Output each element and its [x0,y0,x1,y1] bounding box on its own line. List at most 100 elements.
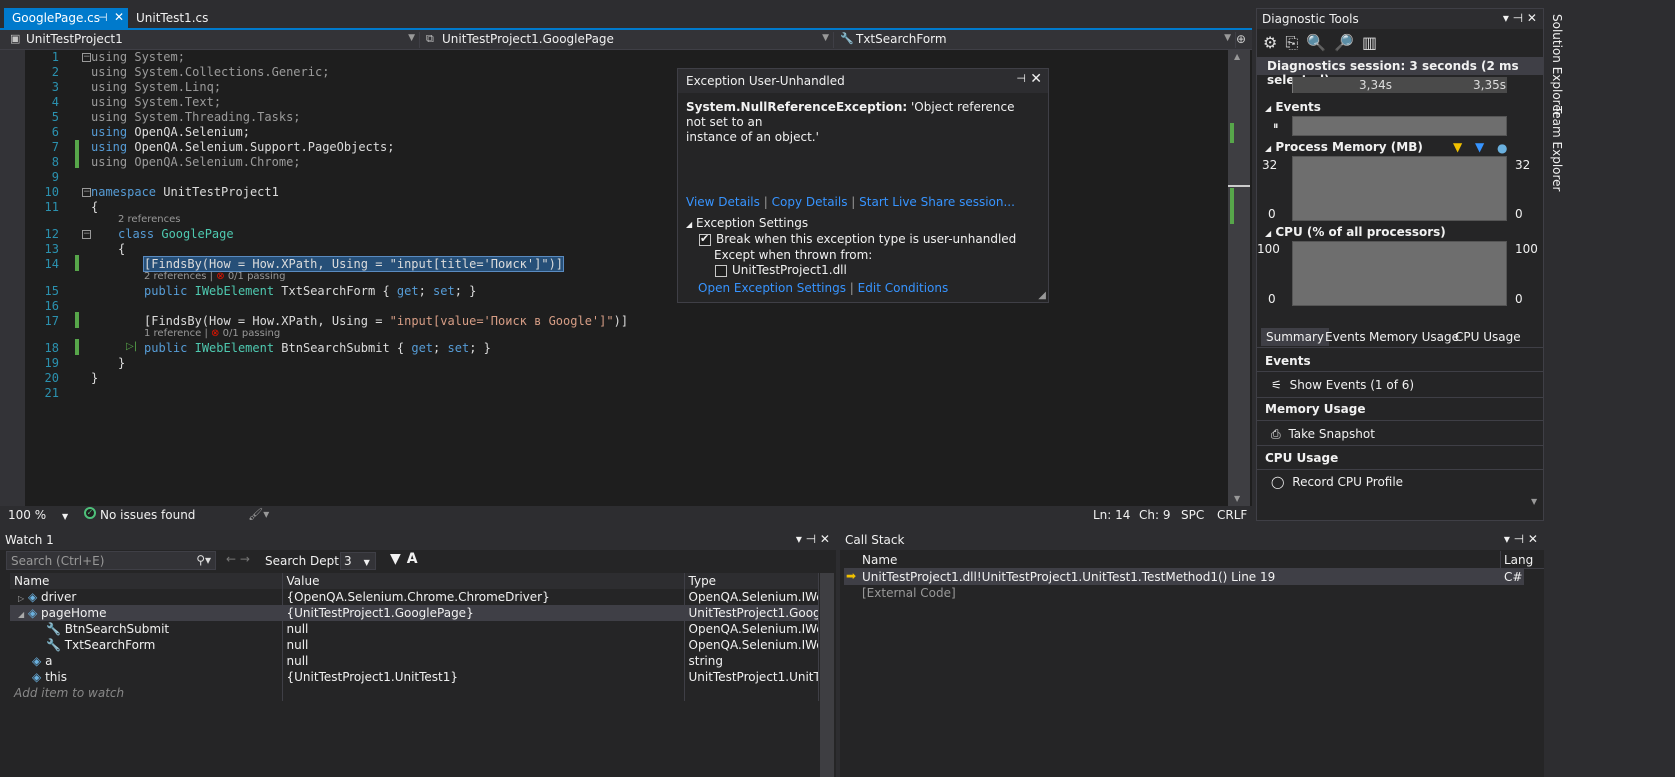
expand-icon[interactable]: ▷ [18,594,24,603]
project-dropdown[interactable]: ▣ UnitTestProject1 ▼ [4,32,420,48]
close-icon[interactable]: ✕ [114,10,124,24]
search-icon[interactable]: ⚲▾ [196,553,211,567]
pause-icon[interactable]: ⏸ [1273,119,1279,133]
code-editor[interactable]: 1 2 3 4 5 6 7 8 9 10 11 12 13 14 15 16 17 18 19 20 21 − − − … [0,50,1252,506]
collapse-icon[interactable]: − [82,53,91,62]
tab-summary[interactable]: Summary [1261,328,1329,346]
edit-conditions-link[interactable]: Edit Conditions [858,281,949,295]
codelens-tests[interactable]: 0/1 passing [228,271,286,282]
code-token: class [118,227,155,241]
table-row[interactable]: ◈ this {UnitTestProject1.UnitTest1} UnitTe… [10,669,819,685]
search-depth-label: Search Depth: [265,554,351,568]
col-lang[interactable]: Lang [1504,553,1533,567]
chevron-down-icon[interactable]: ▼ [1234,494,1240,503]
diagnostic-tools-pane: Diagnostic Tools ▾ ⊣ ✕ ⚙⎘🔍🔎▥ Diagnostics … [1256,8,1544,521]
codelens-tests[interactable]: 0/1 passing [223,328,281,339]
tab-googlepage[interactable]: GooglePage.cs ⊣ ✕ [4,8,128,28]
record-cpu-button[interactable]: ◯ Record CPU Profile [1271,475,1403,489]
tab-memory-usage[interactable]: Memory Usage [1369,330,1459,344]
open-exception-settings-link[interactable]: Open Exception Settings [698,281,846,295]
code-token: [FindsBy(How = How.XPath, Using = [144,314,390,328]
tab-unittest1[interactable]: UnitTest1.cs [128,8,216,28]
code-token: System; [127,50,185,64]
exception-message: System.NullReferenceException: 'Object r… [686,100,1036,145]
frame-lang: C# [1504,570,1523,584]
show-events-button[interactable]: ⚟ Show Events (1 of 6) [1271,378,1414,392]
col-name[interactable]: Name [862,553,897,567]
table-row[interactable]: ➡ UnitTestProject1.dll!UnitTestProject1.… [844,569,1524,585]
table-row[interactable]: 🔧 BtnSearchSubmit nullOpenQA.Selenium.IWe… [10,621,819,637]
code-token: "input[value='Поиск в Google']" [389,314,614,328]
close-icon[interactable]: ▾ ⊣ ✕ [796,532,830,546]
issues-status[interactable]: No issues found [100,508,195,522]
codelens-references[interactable]: 2 references [144,271,207,282]
table-row[interactable]: ◢ ◈ pageHome {UnitTestProject1.GooglePage… [10,605,819,621]
col-value[interactable]: Value [282,573,685,589]
codelens-references[interactable]: 2 references [118,214,181,225]
summary-memory-title: Memory Usage [1265,402,1366,416]
chevron-up-icon[interactable]: ▲ [1234,52,1240,61]
cpu-graph[interactable] [1292,241,1507,306]
selected-attribute[interactable]: [FindsBy(How = How.XPath, Using = "input… [142,256,565,272]
callstack-header: Name Lang [844,551,1544,569]
col-name[interactable]: Name [10,573,283,589]
side-tool-tabs: Solution Explorer Team Explorer [1546,10,1568,210]
pane-title: Diagnostic Tools [1262,12,1359,26]
line-number: Ln: 14 [1093,508,1131,522]
chevron-down-icon[interactable]: ▼ [1531,497,1537,506]
pin-icon[interactable]: ⊣ [98,11,108,24]
watch-search-input[interactable]: Search (Ctrl+E) ⚲▾ [6,551,216,570]
table-row[interactable]: ◈ a null string [10,653,819,669]
exception-settings-label: Exception Settings [695,216,809,230]
memory-graph[interactable] [1292,156,1507,221]
collapse-icon[interactable]: ◢ [18,610,24,619]
timeline-ruler[interactable]: 3,34s 3,35s [1292,77,1507,93]
live-share-link[interactable]: Start Live Share session... [859,195,1015,209]
col-type[interactable]: Type [684,573,819,589]
break-checkbox[interactable] [699,232,711,246]
collapse-icon[interactable]: − [82,188,91,197]
close-icon[interactable]: ▾ ⊣ ✕ [1504,532,1538,546]
search-depth-select[interactable]: 3 ▼ [340,552,376,570]
tab-events[interactable]: Events [1325,330,1366,344]
camera-icon: ⎙ [1271,427,1281,441]
vertical-scrollbar[interactable] [820,573,834,777]
watch-type: OpenQA.Selenium.IWeb... [684,637,819,653]
break-checkbox-row[interactable]: Break when this exception type is user-u… [699,232,1016,246]
team-explorer-tab[interactable]: Team Explorer [1550,106,1564,192]
add-watch-row[interactable]: Add item to watch [10,685,819,701]
table-row[interactable]: 🔧 TxtSearchForm nullOpenQA.Selenium.IWeb.… [10,637,819,653]
dll-checkbox-row[interactable]: UnitTestProject1.dll [715,263,847,277]
code-token: get [396,284,419,298]
resize-grip-icon[interactable]: ◢ [1038,290,1046,301]
exception-settings-header[interactable]: ◢ Exception Settings [686,216,808,230]
wrench-icon: 🔧 [46,638,61,652]
zoom-level: 100 % [8,508,47,522]
run-arrow-icon[interactable]: ▷| [126,341,137,352]
dll-checkbox[interactable] [715,264,727,277]
tab-cpu-usage[interactable]: CPU Usage [1455,330,1521,344]
codelens-references[interactable]: 1 reference [144,328,201,339]
split-icon[interactable]: ⊕ [1236,32,1246,46]
collapse-icon[interactable]: − [82,230,91,239]
view-details-link[interactable]: View Details [686,195,760,209]
diag-toolbar[interactable]: ⚙⎘🔍🔎▥ [1263,33,1385,53]
solution-explorer-tab[interactable]: Solution Explorer [1550,14,1564,117]
copy-details-link[interactable]: Copy Details [772,195,848,209]
events-graph[interactable] [1292,116,1507,136]
table-row[interactable]: ▷ ◈ driver {OpenQA.Selenium.Chrome.Chrome… [10,589,819,605]
close-icon[interactable]: ✕ [1030,71,1042,87]
take-snapshot-button[interactable]: ⎙ Take Snapshot [1271,427,1375,442]
filter-icon[interactable]: ▼ A [390,551,418,567]
zoom-dropdown[interactable]: 100 % ▼ [8,508,68,522]
vertical-scrollbar[interactable]: ▲ ▼ [1228,50,1250,506]
pin-icon[interactable]: ⊣ [1016,72,1026,85]
class-dropdown[interactable]: ⧉ UnitTestProject1.GooglePage ▼ [420,32,834,48]
table-row[interactable]: [External Code] [844,585,1524,601]
arrow-nav-icon[interactable]: ← → [226,552,250,566]
add-watch-placeholder[interactable]: Add item to watch [10,685,283,701]
member-dropdown[interactable]: 🔧 TxtSearchForm ▼ [834,32,1236,48]
code-token: OpenQA.Selenium.Support.PageObjects; [127,140,395,154]
close-icon[interactable]: ▾ ⊣ ✕ [1503,11,1537,25]
brush-icon[interactable]: 🖌▾ [248,507,269,521]
